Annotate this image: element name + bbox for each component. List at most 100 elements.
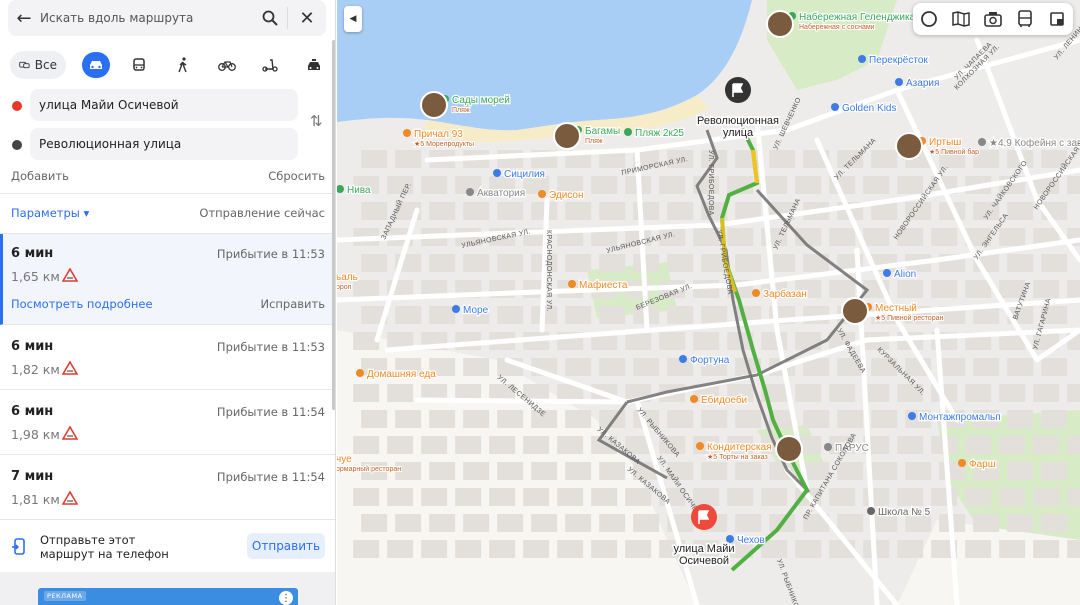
city-block <box>667 410 694 428</box>
collapse-panel-button[interactable]: ◀ <box>344 6 362 32</box>
city-block <box>931 228 958 246</box>
city-block <box>633 514 660 532</box>
mode-car-button[interactable] <box>81 52 110 78</box>
panorama-button[interactable] <box>982 8 1004 30</box>
photo-pin[interactable] <box>553 122 581 150</box>
photo-pin[interactable] <box>841 297 869 325</box>
poi-icon <box>538 190 546 198</box>
search-input[interactable]: Искать вдоль маршрута <box>40 11 253 25</box>
layers-button[interactable] <box>918 8 940 30</box>
city-block <box>973 358 1000 376</box>
city-block <box>565 306 592 324</box>
city-block <box>871 150 898 168</box>
reset-link[interactable]: Сбросить <box>268 169 325 183</box>
city-block <box>863 488 890 506</box>
poi-label: Море <box>463 305 489 316</box>
from-field[interactable]: улица Майи Осичевой <box>30 89 298 121</box>
poi-icon <box>726 535 734 543</box>
city-block <box>565 202 592 220</box>
mode-bus-button[interactable] <box>125 51 153 79</box>
city-block <box>667 202 694 220</box>
city-block <box>1033 540 1060 558</box>
city-block <box>659 176 686 194</box>
city-block <box>489 488 516 506</box>
route-option-3[interactable]: 6 мин Прибытие в 11:54 1,98 км <box>0 390 335 455</box>
map-type-button[interactable] <box>950 8 972 30</box>
city-block <box>599 358 626 376</box>
city-block <box>1041 462 1068 480</box>
mode-taxi-button[interactable] <box>300 51 328 79</box>
mode-bicycle-button[interactable] <box>213 51 241 79</box>
city-block <box>565 410 592 428</box>
search-icon[interactable] <box>253 0 287 36</box>
depart-time-select[interactable]: Отправление сейчас <box>199 206 325 220</box>
car-icon <box>89 61 102 69</box>
mode-walk-button[interactable] <box>169 51 197 79</box>
search-bar[interactable]: ← Искать вдоль маршрута ✕ <box>8 0 326 36</box>
poi-icon <box>403 129 411 137</box>
route-fix-link[interactable]: Исправить <box>260 297 325 311</box>
route-option-4[interactable]: 7 мин Прибытие в 11:54 1,81 км <box>0 455 335 520</box>
route-option-1[interactable]: 6 мин Прибытие в 11:53 1,65 км Посмотрет… <box>0 234 335 325</box>
city-block <box>557 540 584 558</box>
poi-label: Golden Kids <box>842 103 896 114</box>
map-poi[interactable]: ★4,9 Кофейня с завтр <box>978 136 1080 150</box>
map-poi[interactable]: Перекрёсток <box>858 54 930 67</box>
photo-pin[interactable] <box>420 91 448 119</box>
mode-all-button[interactable]: Все <box>10 51 66 79</box>
route-option-2[interactable]: 6 мин Прибытие в 11:53 1,82 км <box>0 325 335 390</box>
route-distance: 1,98 км <box>11 427 60 442</box>
camera-icon <box>984 12 1002 27</box>
warning-icon <box>62 491 78 505</box>
poi-icon <box>958 459 966 467</box>
back-arrow-icon[interactable]: ← <box>8 8 40 29</box>
ad-banner[interactable]: РЕКЛАМА ⋮ <box>38 588 298 605</box>
fullscreen-button[interactable] <box>1046 8 1068 30</box>
close-icon[interactable]: ✕ <box>288 8 326 29</box>
more-icon[interactable]: ⋮ <box>279 591 293 605</box>
map-canvas[interactable]: Набережная Геленджика Набережная с соснам… <box>337 0 1080 605</box>
photo-pin[interactable] <box>775 435 803 463</box>
route-panel: ← Искать вдоль маршрута ✕ Все улица Майи… <box>0 0 336 605</box>
poi-label: Багамы <box>585 126 620 137</box>
map-poi[interactable]: Домашняя еда <box>356 368 437 381</box>
city-block <box>395 514 422 532</box>
scrollbar[interactable] <box>332 40 335 410</box>
params-dropdown[interactable]: Параметры ▾ <box>11 206 89 220</box>
city-block <box>761 488 788 506</box>
poi-icon <box>883 269 891 277</box>
to-field[interactable]: Революционная улица <box>30 128 298 160</box>
city-block <box>463 254 490 272</box>
city-block <box>965 488 992 506</box>
photo-pin[interactable] <box>766 10 794 38</box>
photo-pin[interactable] <box>895 132 923 160</box>
transport-button[interactable] <box>1014 8 1036 30</box>
add-point-link[interactable]: Добавить <box>11 169 69 183</box>
poi-icon <box>466 188 474 196</box>
poi-label: Причал 93 <box>414 129 463 140</box>
taxi-icon <box>307 58 320 70</box>
send-button[interactable]: Отправить <box>247 533 325 559</box>
poi-sublabel: Пляж <box>585 138 603 145</box>
poi-label: Набережная Геленджика <box>799 11 916 23</box>
city-block <box>387 540 414 558</box>
map-poi[interactable]: Кондитерская★5 Торты на заказ <box>696 441 773 462</box>
city-block <box>387 384 414 402</box>
city-block <box>693 488 720 506</box>
city-block <box>395 410 422 428</box>
map-poi[interactable]: Монтажпромальп <box>908 411 1002 424</box>
city-block <box>1007 410 1034 428</box>
city-block <box>1007 202 1034 220</box>
car-bus-icon <box>19 61 30 69</box>
city-block <box>735 514 762 532</box>
route-details-link[interactable]: Посмотреть подробнее <box>11 297 153 311</box>
bicycle-icon <box>217 61 236 71</box>
mode-scooter-button[interactable] <box>256 51 284 79</box>
city-block <box>429 514 456 532</box>
city-block <box>727 228 754 246</box>
swap-icon[interactable]: ⇅ <box>310 112 323 130</box>
city-block <box>863 176 890 194</box>
city-block <box>455 436 482 454</box>
city-block <box>999 384 1026 402</box>
city-block <box>489 540 516 558</box>
